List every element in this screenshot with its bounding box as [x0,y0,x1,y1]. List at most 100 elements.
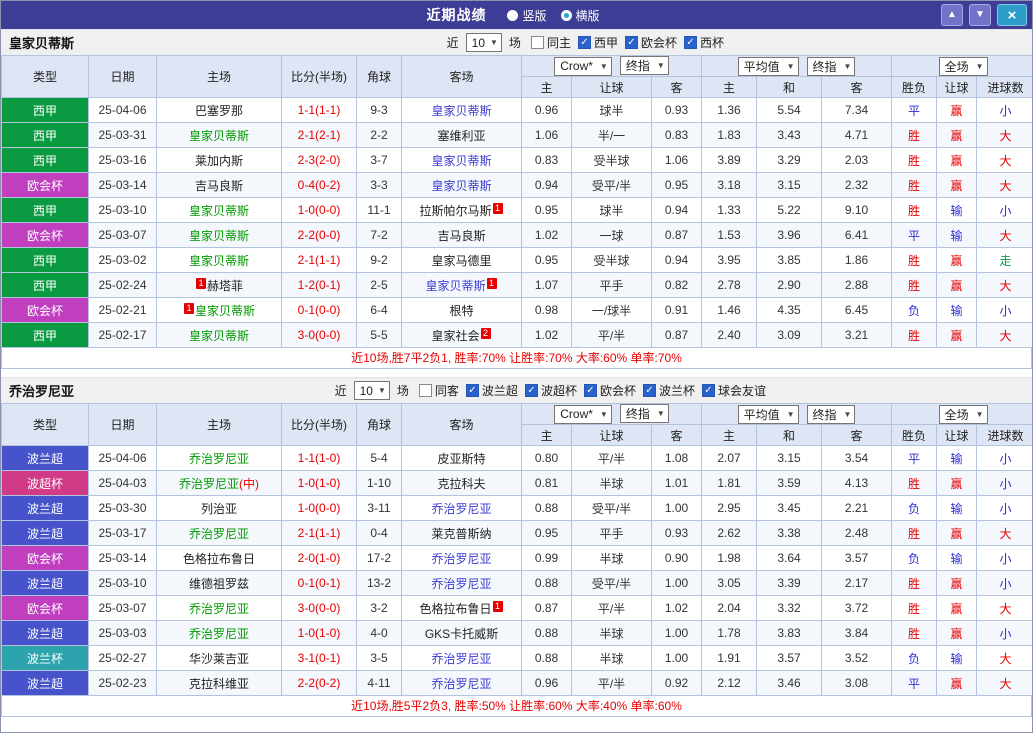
europe-type-select[interactable]: 平均值 ▼ [737,56,799,76]
score-cell[interactable]: 2-0(1-0) [281,545,357,571]
away-team-cell[interactable]: 乔治罗尼亚 [401,545,522,571]
scope-select[interactable]: 全场 ▼ [938,404,988,424]
home-team-cell[interactable]: 维德祖罗兹 [156,570,282,596]
home-team-cell[interactable]: 色格拉布鲁日 [156,545,282,571]
filter-checkbox[interactable]: 同主 [530,34,571,51]
odds-select-group: 平均值 ▼ 终指 ▼ [701,55,893,77]
filter-checkbox[interactable]: ✓ 欧会杯 [583,382,636,399]
away-team-cell[interactable]: 皇家社会 2 [401,322,522,348]
score-cell[interactable]: 2-1(1-1) [281,247,357,273]
away-team-cell[interactable]: 皮亚斯特 [401,445,522,471]
home-team-cell[interactable]: 吉马良斯 [156,172,282,198]
filter-checkbox[interactable]: ✓ 波兰超 [465,382,518,399]
filter-checkbox[interactable]: ✓ 西甲 [577,34,618,51]
result-wdl: 负 [891,495,938,521]
home-team-cell[interactable]: 乔治罗尼亚(中) [156,470,282,496]
scope-select[interactable]: 全场 ▼ [938,56,988,76]
score-cell[interactable]: 2-3(2-0) [281,147,357,173]
asian-away-odds: 0.92 [650,670,703,696]
europe-home-odds: 1.78 [701,620,758,646]
score-cell[interactable]: 2-2(0-2) [281,670,357,696]
home-team-cell[interactable]: 1 皇家贝蒂斯 [156,297,282,323]
move-up-button[interactable]: ▲ [941,4,963,26]
away-team-cell[interactable]: 拉斯帕尔马斯 1 [401,197,522,223]
score-cell[interactable]: 2-1(1-1) [281,520,357,546]
europe-type-select[interactable]: 平均值 ▼ [737,404,799,424]
match-date: 25-03-10 [88,197,157,223]
home-team-cell[interactable]: 皇家贝蒂斯 [156,122,282,148]
home-team-cell[interactable]: 莱加内斯 [156,147,282,173]
score-cell[interactable]: 0-1(0-1) [281,570,357,596]
score-cell[interactable]: 3-0(0-0) [281,322,357,348]
move-down-button[interactable]: ▼ [969,4,991,26]
odds-company-select[interactable]: Crow* ▼ [554,56,612,76]
away-team-cell[interactable]: 塞维利亚 [401,122,522,148]
score-cell[interactable]: 0-1(0-0) [281,297,357,323]
odds-stage-select[interactable]: 终指 ▼ [619,404,669,424]
home-team-cell[interactable]: 华沙莱吉亚 [156,645,282,671]
home-team-cell[interactable]: 乔治罗尼亚 [156,620,282,646]
recent-count-select[interactable]: 10 ▼ [465,33,502,52]
away-team-cell[interactable]: 皇家马德里 [401,247,522,273]
away-team-cell[interactable]: 皇家贝蒂斯 [401,172,522,198]
score-cell[interactable]: 3-1(0-1) [281,645,357,671]
filter-checkbox[interactable]: ✓ 波兰杯 [642,382,695,399]
score-cell[interactable]: 3-0(0-0) [281,595,357,621]
home-team-cell[interactable]: 1 赫塔菲 [156,272,282,298]
home-team-cell[interactable]: 乔治罗尼亚 [156,445,282,471]
away-team-cell[interactable]: 乔治罗尼亚 [401,570,522,596]
odds-company-select[interactable]: Crow* ▼ [554,404,612,424]
away-team-cell[interactable]: GKS卡托威斯 [401,620,522,646]
recent-count-select[interactable]: 10 ▼ [353,381,390,400]
score-cell[interactable]: 1-0(1-0) [281,620,357,646]
score-cell[interactable]: 1-0(0-0) [281,495,357,521]
score-cell[interactable]: 2-1(2-1) [281,122,357,148]
away-team-cell[interactable]: 乔治罗尼亚 [401,645,522,671]
away-team-cell[interactable]: 乔治罗尼亚 [401,670,522,696]
result-wdl: 胜 [891,172,938,198]
away-team-cell[interactable]: 皇家贝蒂斯 1 [401,272,522,298]
away-team-cell[interactable]: 皇家贝蒂斯 [401,97,522,123]
team-label: 皇家贝蒂斯 [188,253,249,268]
home-team-cell[interactable]: 列治亚 [156,495,282,521]
layout-horizontal-radio[interactable]: 横版 [560,7,600,24]
filter-checkbox[interactable]: ✓ 波超杯 [524,382,577,399]
home-team-cell[interactable]: 乔治罗尼亚 [156,520,282,546]
score-cell[interactable]: 1-0(1-0) [281,470,357,496]
odds-stage-select[interactable]: 终指 ▼ [619,56,669,76]
score-cell[interactable]: 1-2(0-1) [281,272,357,298]
away-team-cell[interactable]: 色格拉布鲁日 1 [401,595,522,621]
away-team-cell[interactable]: 乔治罗尼亚 [401,495,522,521]
home-team-cell[interactable]: 克拉科维亚 [156,670,282,696]
europe-home-odds: 3.89 [701,147,758,173]
filter-checkbox[interactable]: ✓ 西杯 [683,34,724,51]
home-team-cell[interactable]: 皇家贝蒂斯 [156,247,282,273]
score-cell[interactable]: 2-2(0-0) [281,222,357,248]
away-team-cell[interactable]: 莱克普斯纳 [401,520,522,546]
score-cell[interactable]: 1-0(0-0) [281,197,357,223]
europe-stage-select[interactable]: 终指 ▼ [806,404,856,424]
section-toolbar: 乔治罗尼亚 近 10 ▼ 场同客 ✓ 波兰超 ✓ 波超杯 ✓ 欧会杯 ✓ 波兰杯 ✓ 球会友谊 [1,377,1032,403]
filter-checkbox[interactable]: ✓ 球会友谊 [701,382,766,399]
handicap-line: 受平/半 [571,172,652,198]
home-team-cell[interactable]: 巴塞罗那 [156,97,282,123]
score-cell[interactable]: 1-1(1-0) [281,445,357,471]
home-team-cell[interactable]: 皇家贝蒂斯 [156,222,282,248]
away-team-cell[interactable]: 皇家贝蒂斯 [401,147,522,173]
away-team-cell[interactable]: 根特 [401,297,522,323]
away-team-cell[interactable]: 克拉科夫 [401,470,522,496]
filter-checkbox[interactable]: ✓ 欧会杯 [624,34,677,51]
match-row: 波兰超 25-04-06 乔治罗尼亚 1-1(1-0) 5-4 皮亚斯特 0.80 平/半 1.… [1,445,1032,471]
home-team-cell[interactable]: 皇家贝蒂斯 [156,322,282,348]
home-team-cell[interactable]: 乔治罗尼亚 [156,595,282,621]
score-cell[interactable]: 0-4(0-2) [281,172,357,198]
score-cell[interactable]: 1-1(1-1) [281,97,357,123]
away-team-cell[interactable]: 吉马良斯 [401,222,522,248]
europe-stage-select[interactable]: 终指 ▼ [806,56,856,76]
home-team-cell[interactable]: 皇家贝蒂斯 [156,197,282,223]
filter-checkbox[interactable]: 同客 [418,382,459,399]
league-badge: 西甲 [1,197,89,223]
close-button[interactable]: × [997,4,1027,26]
layout-vertical-radio[interactable]: 竖版 [507,7,547,24]
asian-home-odds: 0.88 [521,570,572,596]
